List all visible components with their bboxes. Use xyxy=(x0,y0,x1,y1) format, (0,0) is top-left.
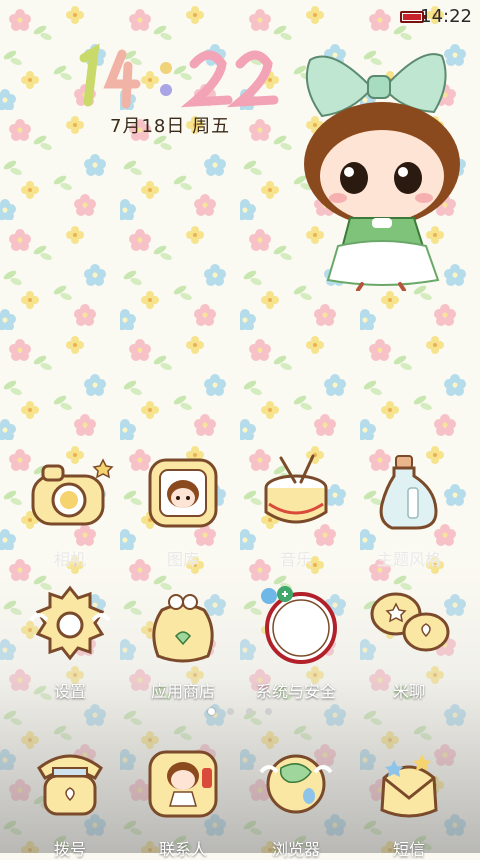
gear-icon xyxy=(29,585,111,661)
page-dot-1[interactable] xyxy=(208,708,215,715)
app-label: 米聊 xyxy=(392,682,425,701)
app-miliao[interactable]: 米聊 xyxy=(353,580,465,702)
dock-app-messages[interactable]: 短信 xyxy=(353,738,465,860)
chat-bubbles-icon xyxy=(370,592,450,652)
bottle-icon xyxy=(379,455,438,530)
dock-app-phone[interactable]: 拨号 xyxy=(14,738,126,860)
page-dot-2[interactable] xyxy=(227,708,234,715)
app-label: 图库 xyxy=(166,550,199,569)
camera-icon xyxy=(31,458,114,526)
photo-frame-icon xyxy=(148,458,218,528)
dock-app-browser[interactable]: 浏览器 xyxy=(240,738,352,860)
gift-bag-icon xyxy=(152,594,214,663)
app-label: 主题风格 xyxy=(376,550,441,569)
clock-widget-date[interactable]: 7月18日 周五 xyxy=(110,112,230,138)
app-label: 应用商店 xyxy=(150,682,215,701)
app-system-security[interactable]: 系统与安全 xyxy=(240,580,352,702)
app-label: 联系人 xyxy=(158,840,207,859)
app-label: 设置 xyxy=(53,682,86,701)
drum-icon xyxy=(264,454,328,524)
app-label: 音乐 xyxy=(279,550,312,569)
page-dot-3[interactable] xyxy=(246,708,253,715)
app-store[interactable]: 应用商店 xyxy=(127,580,239,702)
page-dot-4[interactable] xyxy=(265,708,272,715)
app-label: 相机 xyxy=(53,550,86,569)
contact-card-icon xyxy=(148,750,218,818)
app-label: 系统与安全 xyxy=(255,682,336,701)
clock-widget-time[interactable] xyxy=(70,40,280,110)
status-time: 14:22 xyxy=(420,6,472,27)
app-label: 浏览器 xyxy=(271,840,320,859)
security-ring-icon xyxy=(261,586,337,664)
page-indicator[interactable] xyxy=(0,700,480,719)
app-settings[interactable]: 设置 xyxy=(14,580,126,702)
dock-app-contacts[interactable]: 联系人 xyxy=(127,738,239,860)
globe-icon xyxy=(259,754,333,814)
girl-illustration xyxy=(304,53,460,291)
status-bar: 14:22 xyxy=(0,0,480,34)
app-label: 短信 xyxy=(392,840,425,859)
app-camera[interactable]: 相机 xyxy=(14,448,126,570)
app-themes[interactable]: 主题风格 xyxy=(353,448,465,570)
telephone-icon xyxy=(37,754,103,816)
envelope-icon xyxy=(380,754,438,818)
app-label: 拨号 xyxy=(53,840,86,859)
app-music[interactable]: 音乐 xyxy=(240,448,352,570)
app-gallery[interactable]: 图库 xyxy=(127,448,239,570)
